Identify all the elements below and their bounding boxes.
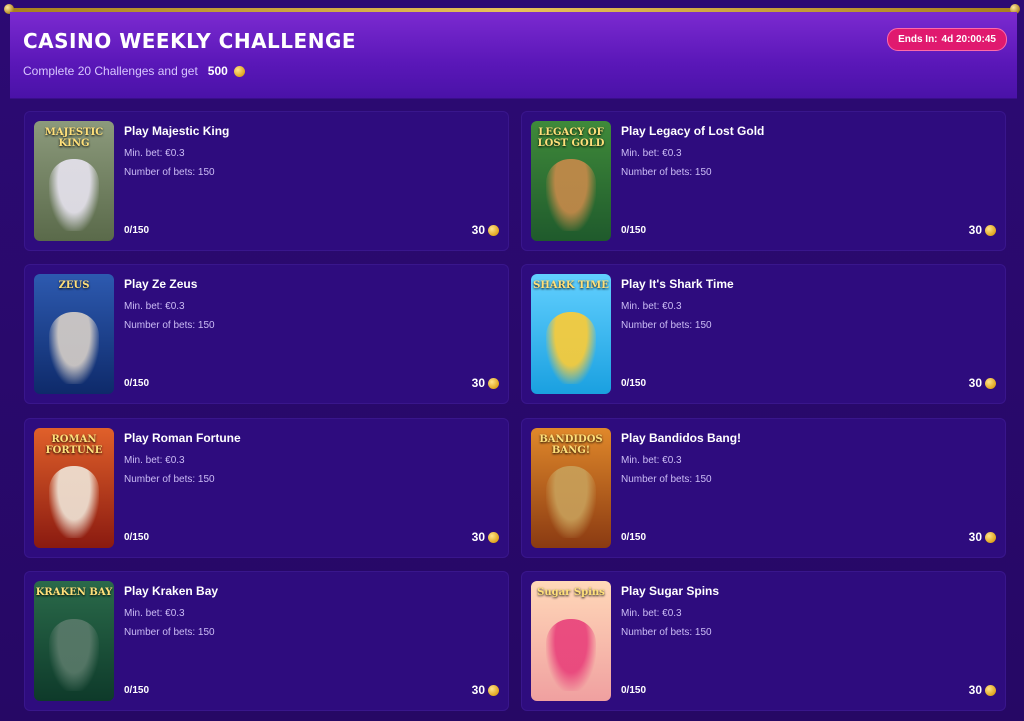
game-character-image [546, 466, 596, 538]
challenge-min-bet: Min. bet: €0.3 [621, 148, 682, 159]
challenge-progress: 0/150 [621, 378, 647, 389]
game-thumbnail[interactable]: LEGACY OF LOST GOLD [531, 121, 611, 241]
challenge-bet-count: Number of bets: 150 [621, 167, 712, 178]
challenge-points: 30 [472, 683, 499, 697]
game-logo: ZEUS [58, 280, 90, 291]
coin-icon [488, 531, 499, 543]
page-title: CASINO WEEKLY CHALLENGE [23, 29, 357, 53]
coin-icon [985, 377, 996, 389]
game-logo: Sugar Spins [537, 587, 605, 598]
game-thumbnail[interactable]: KRAKEN BAY [34, 581, 114, 701]
game-thumbnail[interactable]: SHARK TIME [531, 274, 611, 394]
challenge-points: 30 [472, 530, 499, 544]
coin-icon [985, 224, 996, 236]
game-thumbnail[interactable]: MAJESTIC KING [34, 121, 114, 241]
challenge-title: Play Majestic King [124, 124, 230, 138]
page-background: CASINO WEEKLY CHALLENGE Complete 20 Chal… [0, 0, 1024, 721]
challenge-card[interactable]: ZEUS Play Ze Zeus Min. bet: €0.3 Number of … [24, 264, 509, 404]
game-character-image [546, 159, 596, 231]
challenge-title: Play Sugar Spins [621, 584, 720, 598]
challenge-bet-count: Number of bets: 150 [621, 627, 712, 638]
challenge-card[interactable]: SHARK TIME Play It's Shark Time Min. bet: … [521, 264, 1006, 404]
challenge-min-bet: Min. bet: €0.3 [621, 455, 682, 466]
points-value: 30 [471, 223, 485, 237]
timer-label: Ends In: [898, 34, 938, 45]
game-logo: BANDIDOS BANG! [539, 434, 603, 456]
game-thumbnail[interactable]: ROMAN FORTUNE [34, 428, 114, 548]
challenge-points: 30 [969, 223, 996, 237]
challenge-title: Play Ze Zeus [124, 277, 198, 291]
game-logo: MAJESTIC KING [44, 127, 104, 149]
challenge-points: 30 [472, 223, 499, 237]
points-value: 30 [968, 376, 982, 390]
challenge-min-bet: Min. bet: €0.3 [124, 301, 185, 312]
challenge-card[interactable]: Sugar Spins Play Sugar Spins Min. bet: €0.… [521, 571, 1006, 711]
game-character-image [49, 466, 99, 538]
challenge-bet-count: Number of bets: 150 [124, 167, 215, 178]
timer-value: 4d 20:00:45 [941, 34, 996, 45]
challenge-card[interactable]: MAJESTIC KING Play Majestic King Min. bet:… [24, 111, 509, 251]
challenge-title: Play Legacy of Lost Gold [621, 124, 765, 138]
coin-icon [233, 65, 245, 77]
challenge-title: Play Kraken Bay [124, 584, 219, 598]
coin-icon [488, 377, 499, 389]
game-thumbnail[interactable]: BANDIDOS BANG! [531, 428, 611, 548]
challenge-title: Play Roman Fortune [124, 431, 241, 445]
challenge-title: Play Bandidos Bang! [621, 431, 742, 445]
coin-icon [488, 224, 499, 236]
challenge-points: 30 [969, 683, 996, 697]
challenge-min-bet: Min. bet: €0.3 [124, 608, 185, 619]
points-value: 30 [471, 683, 485, 697]
challenge-points: 30 [969, 530, 996, 544]
game-character-image [49, 619, 99, 691]
game-character-image [546, 312, 596, 384]
challenge-progress: 0/150 [124, 685, 150, 696]
game-character-image [546, 619, 596, 691]
challenge-subtitle: Complete 20 Challenges and get 500 [23, 64, 245, 78]
challenge-progress: 0/150 [621, 685, 647, 696]
coin-icon [985, 531, 996, 543]
challenge-progress: 0/150 [124, 378, 150, 389]
challenge-min-bet: Min. bet: €0.3 [124, 148, 185, 159]
game-logo: ROMAN FORTUNE [45, 434, 103, 456]
challenge-progress: 0/150 [621, 532, 647, 543]
challenge-progress: 0/150 [621, 225, 647, 236]
challenge-bet-count: Number of bets: 150 [124, 474, 215, 485]
challenge-progress: 0/150 [124, 532, 150, 543]
coin-icon [488, 684, 499, 696]
game-logo: SHARK TIME [533, 280, 609, 291]
challenge-points: 30 [969, 376, 996, 390]
challenge-title: Play It's Shark Time [621, 277, 734, 291]
challenge-card[interactable]: ROMAN FORTUNE Play Roman Fortune Min. bet:… [24, 418, 509, 558]
challenge-header: CASINO WEEKLY CHALLENGE Complete 20 Chal… [10, 12, 1017, 99]
game-thumbnail[interactable]: Sugar Spins [531, 581, 611, 701]
points-value: 30 [968, 223, 982, 237]
challenge-bet-count: Number of bets: 150 [621, 474, 712, 485]
points-value: 30 [471, 376, 485, 390]
challenge-card[interactable]: LEGACY OF LOST GOLD Play Legacy of Lost G… [521, 111, 1006, 251]
challenge-bet-count: Number of bets: 150 [124, 320, 215, 331]
challenge-bet-count: Number of bets: 150 [124, 627, 215, 638]
points-value: 30 [968, 530, 982, 544]
game-logo: LEGACY OF LOST GOLD [537, 127, 605, 149]
challenge-bet-count: Number of bets: 150 [621, 320, 712, 331]
game-thumbnail[interactable]: ZEUS [34, 274, 114, 394]
challenge-min-bet: Min. bet: €0.3 [621, 608, 682, 619]
subtitle-text: Complete 20 Challenges and get [23, 64, 198, 78]
challenge-min-bet: Min. bet: €0.3 [124, 455, 185, 466]
points-value: 30 [968, 683, 982, 697]
challenge-progress: 0/150 [124, 225, 150, 236]
challenge-points: 30 [472, 376, 499, 390]
challenge-card[interactable]: BANDIDOS BANG! Play Bandidos Bang! Min. be… [521, 418, 1006, 558]
challenge-min-bet: Min. bet: €0.3 [621, 301, 682, 312]
reward-amount: 500 [207, 64, 228, 78]
game-character-image [49, 159, 99, 231]
countdown-badge: Ends In: 4d 20:00:45 [887, 28, 1007, 51]
challenge-card[interactable]: KRAKEN BAY Play Kraken Bay Min. bet: €0.3 N… [24, 571, 509, 711]
points-value: 30 [471, 530, 485, 544]
coin-icon [985, 684, 996, 696]
game-character-image [49, 312, 99, 384]
game-logo: KRAKEN BAY [35, 587, 113, 598]
